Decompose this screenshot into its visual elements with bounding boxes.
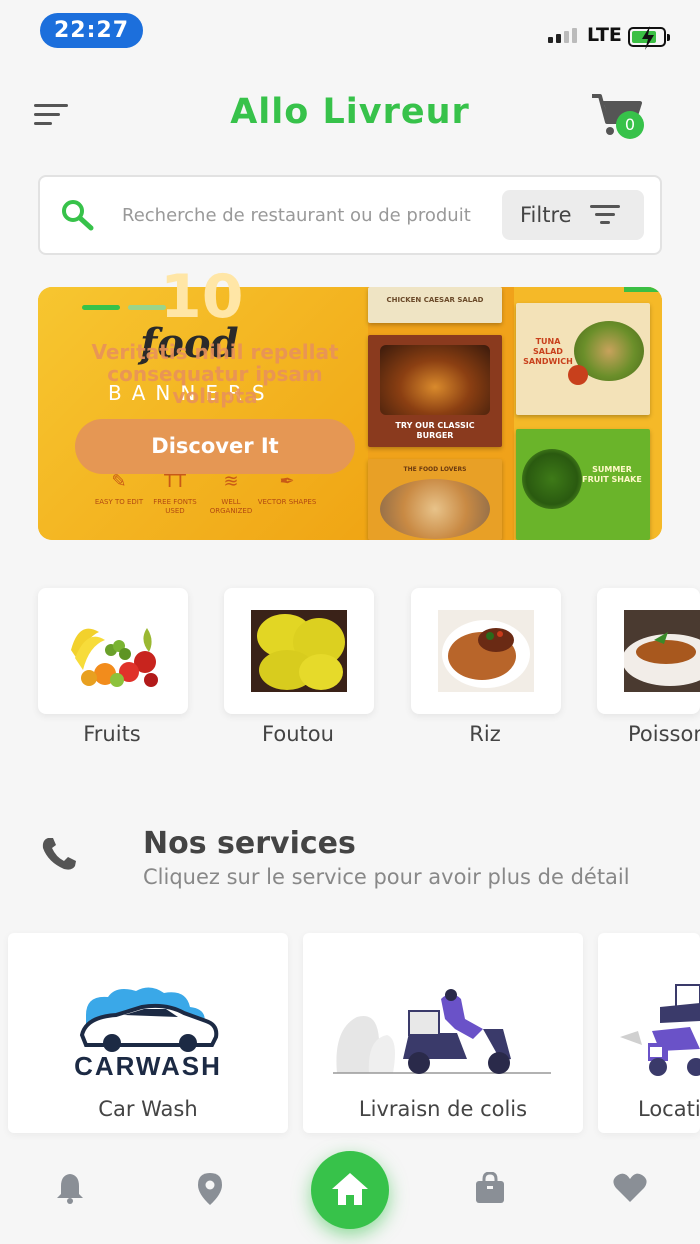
service-label: Livraisn de colis	[358, 1097, 528, 1121]
service-label: Location	[638, 1097, 700, 1121]
feature-easy-edit: ✎ EASY TO EDIT	[89, 472, 149, 507]
phone-icon	[42, 838, 76, 870]
feature-organized: ≋ WELL ORGANIZED	[201, 472, 261, 516]
heart-icon[interactable]	[612, 1172, 648, 1204]
filter-label: Filtre	[520, 203, 572, 227]
font-icon: TT	[164, 471, 186, 492]
carousel-indicator	[82, 305, 166, 310]
services-subtitle: Cliquez sur le service pour avoir plus d…	[143, 865, 630, 889]
banner-text: Veritatis nihil repellat consequatur ips…	[91, 340, 339, 408]
signal-icon	[548, 28, 577, 43]
category-label: Poisson	[628, 722, 700, 746]
home-icon	[332, 1173, 368, 1205]
shopping-bag-icon[interactable]	[474, 1172, 506, 1204]
banner-card-burger: TRY OUR CLASSIC BURGER	[368, 335, 502, 447]
category-label: Foutou	[262, 722, 334, 746]
filter-icon	[589, 205, 620, 224]
banner-card-lovers: THE FOOD LOVERS	[368, 459, 502, 540]
delivery-scooter-image	[333, 989, 551, 1074]
discover-button[interactable]: Discover It	[75, 419, 355, 474]
services-title: Nos services	[143, 826, 356, 861]
banner-card-shake: SUMMER FRUIT SHAKE	[516, 429, 650, 540]
search-input[interactable]	[122, 198, 488, 232]
feature-vector: ✒ VECTOR SHAPES	[257, 471, 317, 507]
category-poisson[interactable]	[597, 588, 700, 714]
service-label: Car Wash	[98, 1097, 198, 1121]
scooter-rental-image	[620, 984, 700, 1076]
fruits-image	[71, 628, 158, 687]
layers-icon: ≋	[223, 471, 239, 492]
category-label: Fruits	[83, 722, 141, 746]
battery-icon	[628, 26, 670, 50]
status-time: 22:27	[40, 13, 143, 48]
category-label: Riz	[469, 722, 501, 746]
cart-count-badge: 0	[616, 111, 644, 139]
banner-card-sandwich: TUNA SALAD SANDWICH	[516, 303, 650, 415]
banner-card-salad: CHICKEN CAESAR SALAD	[368, 287, 502, 323]
bell-icon[interactable]	[55, 1172, 85, 1204]
filter-button[interactable]: Filtre	[502, 190, 644, 240]
location-pin-icon[interactable]	[196, 1172, 224, 1206]
search-icon	[62, 200, 94, 231]
riz-image	[438, 610, 534, 692]
network-type: LTE	[587, 24, 622, 46]
svg-text:CARWASH: CARWASH	[74, 1051, 222, 1079]
foutou-image	[251, 610, 347, 692]
category-riz[interactable]	[411, 588, 561, 714]
pencil-icon: ✎	[111, 471, 127, 492]
car-wash-image: CARWASH	[74, 987, 222, 1079]
category-foutou[interactable]	[224, 588, 374, 714]
home-button[interactable]	[311, 1151, 389, 1229]
pen-nib-icon: ✒	[279, 471, 295, 492]
feature-free-fonts: TT FREE FONTS USED	[145, 472, 205, 516]
category-fruits[interactable]	[38, 588, 188, 714]
poisson-image	[624, 610, 700, 692]
